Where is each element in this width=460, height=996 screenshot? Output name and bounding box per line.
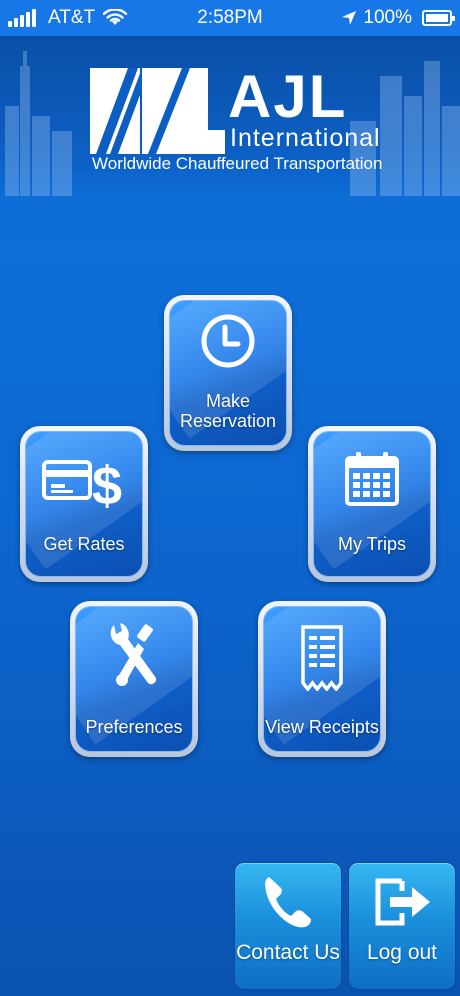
svg-text:$: $ [92,456,122,512]
preferences-button[interactable]: Preferences [70,601,198,757]
logo-brand-text: AJL [228,63,348,130]
log-out-label: Log out [366,941,438,964]
receipt-icon [301,625,343,691]
logout-exit-icon [375,878,430,926]
location-arrow-icon [342,11,357,25]
phone-icon [265,877,311,928]
preferences-label: Preferences [85,717,183,737]
calendar-icon [345,452,399,506]
battery-percent: 100% [363,7,412,28]
credit-card-dollar-icon: $ [42,456,122,512]
clock-icon [201,314,255,368]
battery-icon [422,10,455,26]
ajl-logo: AJL International Worldwide Chauffeured … [90,63,383,186]
view-receipts-button[interactable]: View Receipts [258,601,386,757]
view-receipts-label: View Receipts [265,717,379,737]
contact-us-button[interactable]: Contact Us [234,862,342,990]
contact-us-label: Contact Us [236,941,340,964]
make-reservation-label: Make Reservation [179,391,277,431]
status-bar: AT&T 2:58PM 100% [0,0,460,36]
my-trips-label: My Trips [337,534,406,554]
tools-icon [110,623,157,686]
logo-subtitle: International [230,124,381,152]
make-reservation-button[interactable]: Make Reservation [164,295,292,451]
my-trips-button[interactable]: My Trips [308,426,436,582]
log-out-button[interactable]: Log out [348,862,456,990]
get-rates-label: Get Rates [43,534,125,554]
ajl-logo-mark-icon [90,68,225,154]
logo-tagline: Worldwide Chauffeured Transportation [92,154,383,173]
get-rates-button[interactable]: $ Get Rates [20,426,148,582]
app-header: AJL International Worldwide Chauffeured … [0,36,460,196]
